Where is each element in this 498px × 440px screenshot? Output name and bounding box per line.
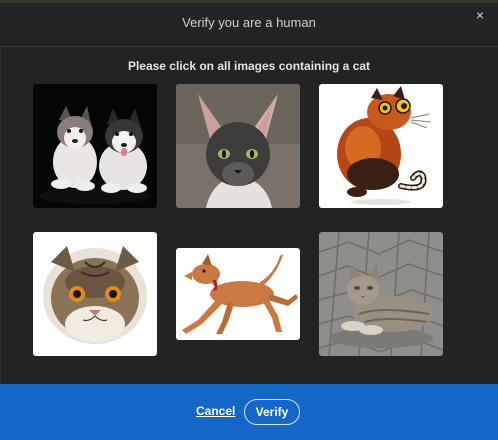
running-dog-image xyxy=(176,248,300,340)
challenge-prompt: Please click on all images containing a … xyxy=(127,59,371,73)
image-tile-persian-cat[interactable] xyxy=(33,232,157,356)
dialog-header: Verify you are a human × xyxy=(0,0,498,47)
image-tile-running-dog[interactable] xyxy=(176,248,300,340)
image-tile-tabby-cat[interactable] xyxy=(319,232,443,356)
image-tile-cartoon-cat[interactable] xyxy=(319,84,443,208)
captcha-dialog: Verify you are a human × Please click on… xyxy=(0,0,498,440)
left-border xyxy=(0,46,1,384)
tabby-cat-image xyxy=(319,232,443,356)
image-tile-husky-puppies[interactable] xyxy=(33,84,157,208)
cartoon-cat-image xyxy=(319,84,443,208)
dialog-title: Verify you are a human xyxy=(182,15,316,30)
close-icon[interactable]: × xyxy=(476,7,484,23)
persian-cat-image xyxy=(33,232,157,356)
verify-button[interactable]: Verify xyxy=(244,399,300,425)
dialog-footer: Cancel Verify xyxy=(0,384,498,440)
image-tile-sphynx-cat[interactable] xyxy=(176,84,300,208)
cancel-button[interactable]: Cancel xyxy=(196,404,235,418)
sphynx-cat-image xyxy=(176,84,300,208)
husky-puppies-image xyxy=(33,84,157,208)
